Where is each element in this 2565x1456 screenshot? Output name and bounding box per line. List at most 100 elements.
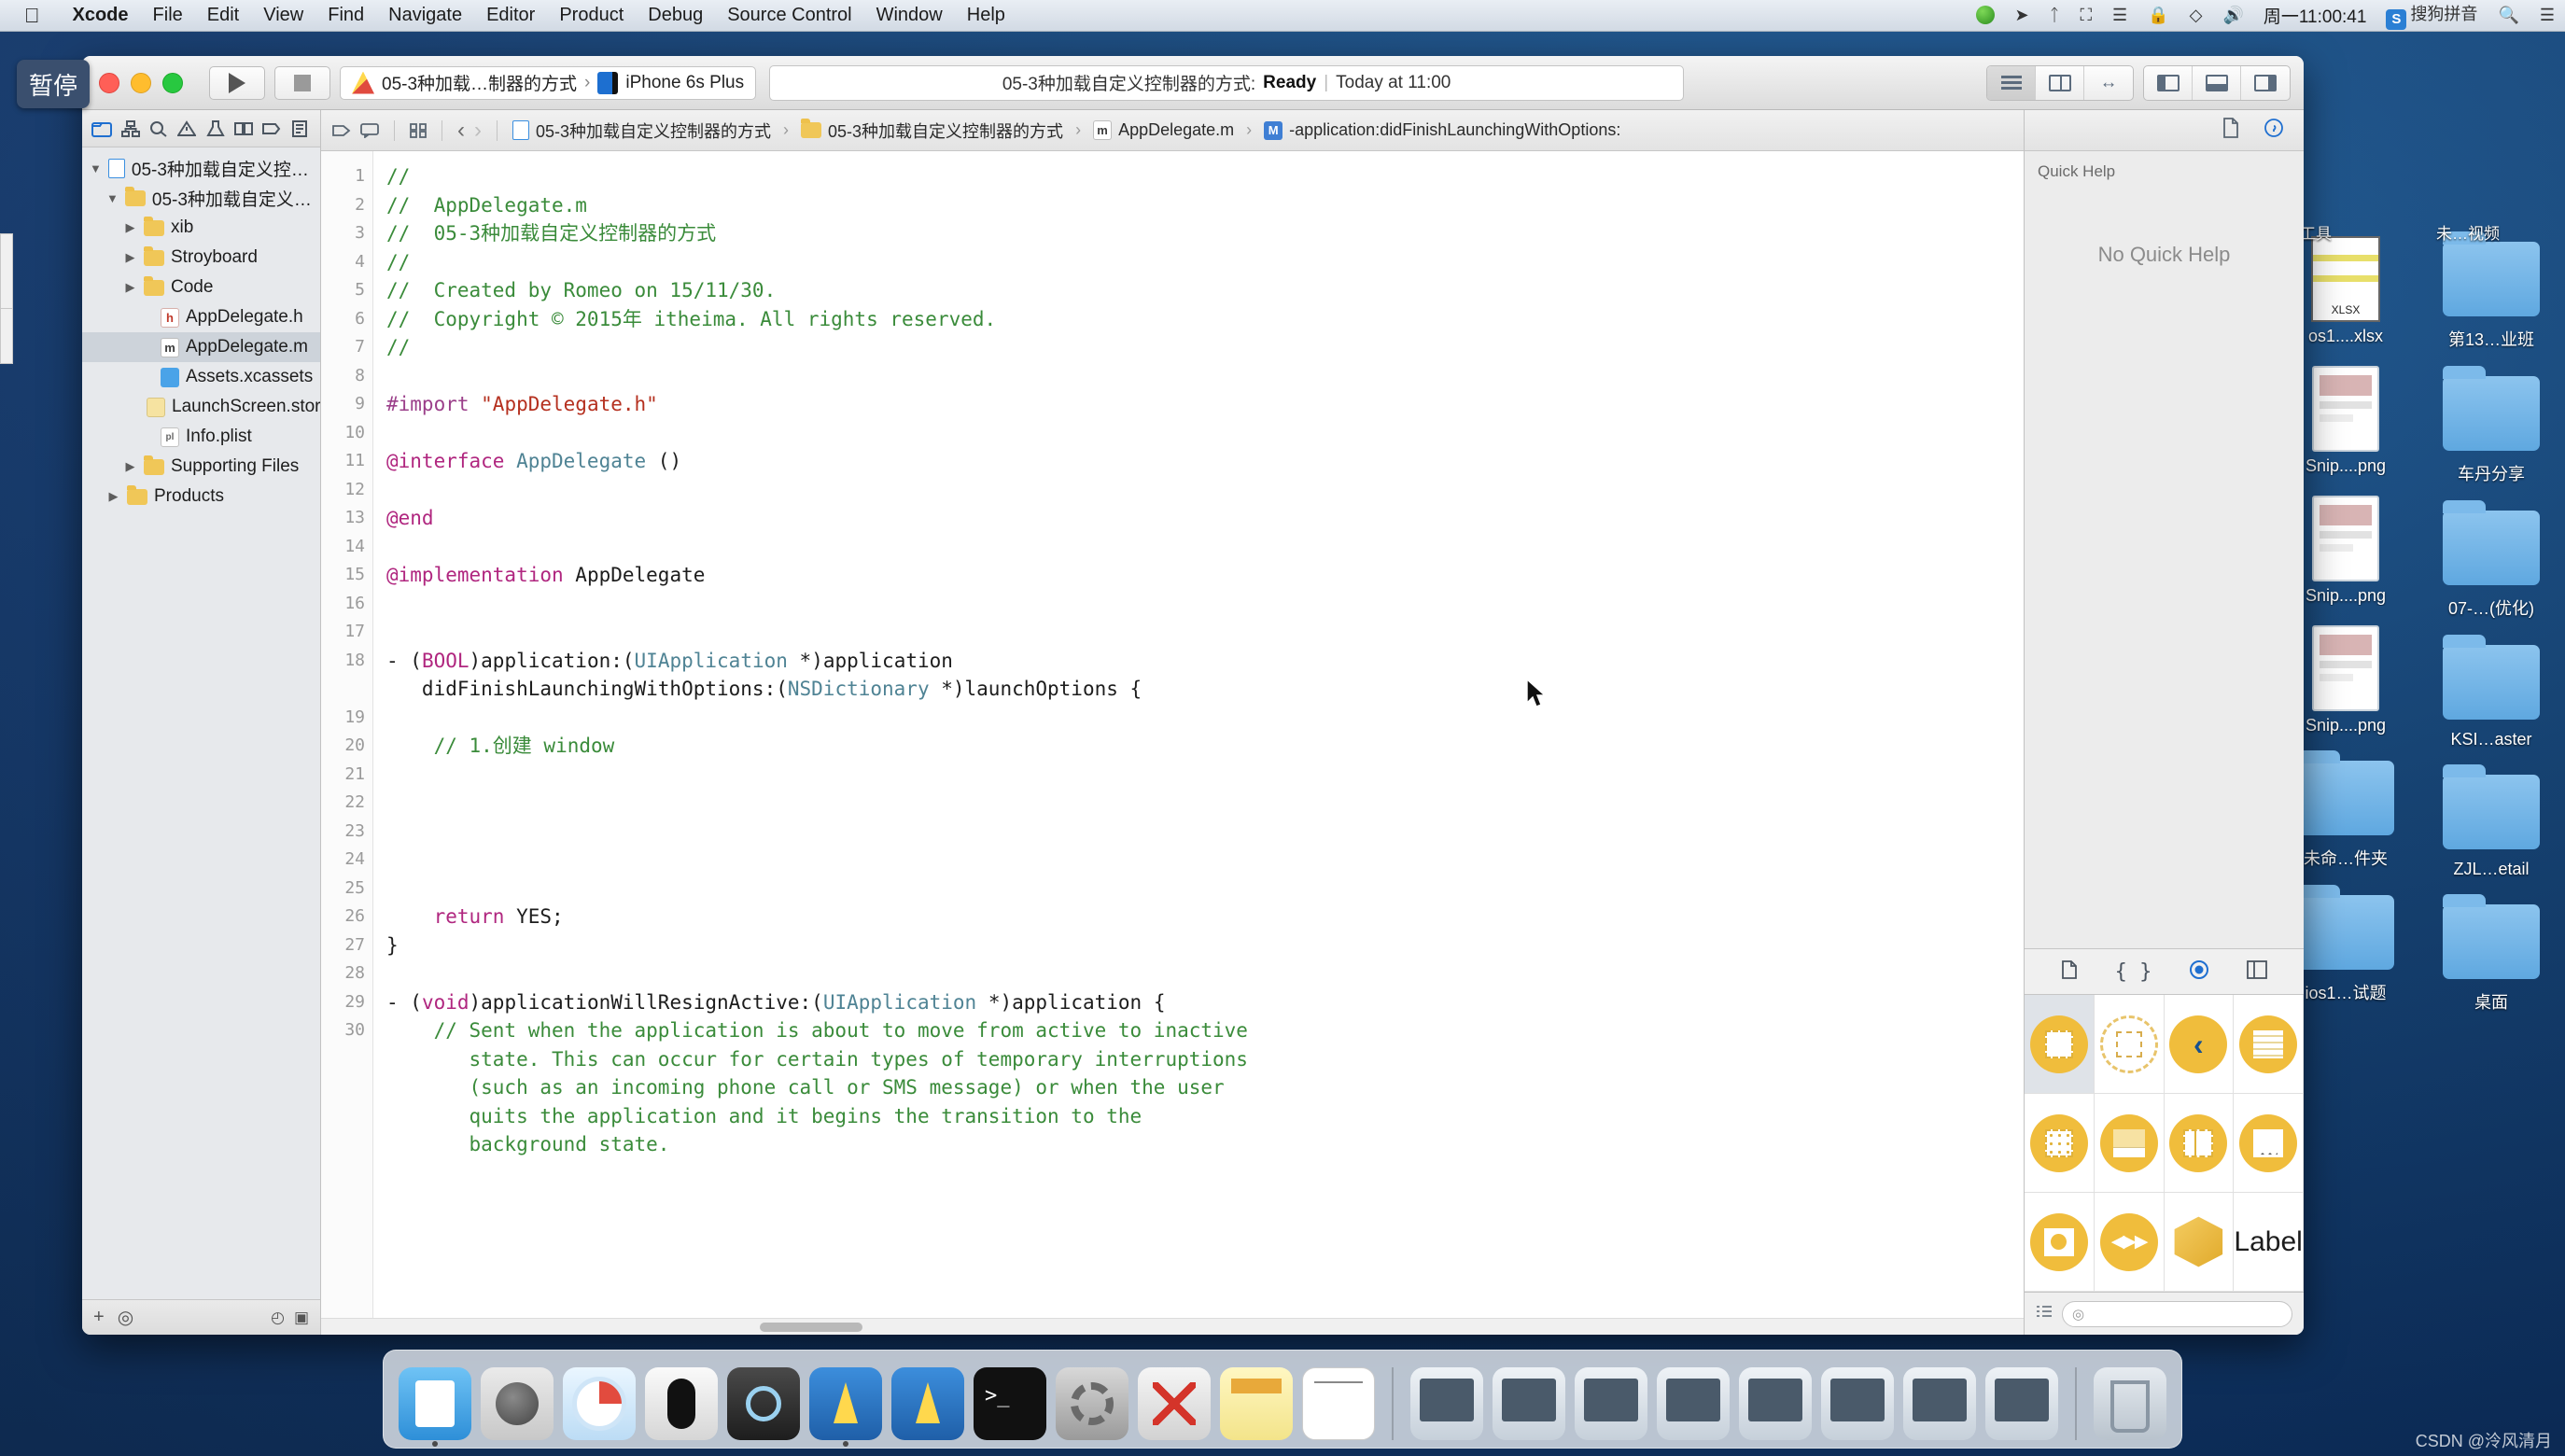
menu-item-find[interactable]: Find (315, 5, 376, 26)
desktop-item[interactable]: KSI…aster (2421, 635, 2561, 749)
library-item-glkit-view-controller[interactable] (2025, 1193, 2095, 1292)
disclosure-triangle[interactable]: ▼ (90, 161, 102, 175)
menu-item-navigate[interactable]: Navigate (376, 5, 474, 26)
code-line[interactable] (386, 476, 2024, 505)
input-method-indicator[interactable]: S 搜狗拼音 (2376, 1, 2488, 30)
library-item-storyboard-reference[interactable] (2094, 995, 2165, 1094)
tree-row-appdelegate-h[interactable]: h AppDelegate.h (82, 302, 320, 332)
display-icon[interactable]: ⛶ (2069, 6, 2102, 25)
related-items-icon[interactable] (332, 123, 351, 138)
menu-item-view[interactable]: View (251, 5, 315, 26)
notification-center-icon[interactable]: ☰ (2530, 6, 2565, 25)
pause-overlay-chip[interactable]: 暂停 (17, 60, 90, 108)
run-button[interactable] (209, 65, 265, 100)
tree-row-appdelegate-m[interactable]: m AppDelegate.m (82, 332, 320, 362)
code-line[interactable] (386, 761, 2024, 790)
library-item-split-view-controller[interactable] (2164, 1094, 2235, 1193)
screen-record-icon[interactable] (1966, 5, 2005, 26)
code-line[interactable]: // Sent when the application is about to… (386, 1016, 2024, 1045)
code-line[interactable]: // (386, 333, 2024, 362)
disclosure-triangle[interactable]: ▼ (106, 191, 119, 205)
code-line[interactable] (386, 846, 2024, 875)
library-item-label[interactable]: Label (2234, 1193, 2304, 1292)
tree-row-launchscreen[interactable]: LaunchScreen.storyboard (82, 392, 320, 422)
breadcrumb-group[interactable]: 05-3种加载自定义控制器的方式 (801, 119, 1063, 143)
menu-item-file[interactable]: File (141, 5, 195, 26)
dock-item-finder[interactable] (399, 1367, 471, 1447)
add-file-button[interactable]: + (93, 1307, 105, 1328)
dock-item-terminal[interactable] (974, 1367, 1046, 1440)
code-line[interactable]: background state. (386, 1130, 2024, 1159)
standard-editor-button[interactable] (1987, 65, 2036, 100)
library-item-page-view-controller[interactable] (2234, 1094, 2304, 1193)
dock-item-xcode[interactable] (809, 1367, 882, 1447)
scheme-grid-icon[interactable] (410, 122, 427, 138)
code-line[interactable] (386, 362, 2024, 391)
dock-item-screen-7[interactable] (1903, 1367, 1976, 1440)
tree-row-xib[interactable]: ▶ xib (82, 213, 320, 243)
code-line[interactable]: didFinishLaunchingWithOptions:(NSDiction… (386, 675, 2024, 704)
dock-item-safari[interactable] (563, 1367, 636, 1440)
dock-item-system-preferences[interactable] (1056, 1367, 1128, 1440)
comment-icon[interactable] (360, 122, 379, 138)
dock-item-screen-5[interactable] (1739, 1367, 1812, 1440)
menu-item-edit[interactable]: Edit (195, 5, 251, 26)
stop-button[interactable] (274, 65, 330, 100)
tree-row-storyboard-group[interactable]: ▶ Stroyboard (82, 243, 320, 273)
navigator-footer[interactable]: + ◎ ◴ ▣ (82, 1299, 320, 1335)
scheme-selector[interactable]: 05-3种加载…制器的方式 › iPhone 6s Plus (340, 65, 757, 100)
menu-bar-clock[interactable]: 周一11:00:41 (2254, 3, 2376, 28)
code-line[interactable] (386, 959, 2024, 988)
toggle-utilities-button[interactable] (2241, 66, 2290, 100)
code-line[interactable] (386, 419, 2024, 448)
minimize-button[interactable] (131, 72, 151, 93)
code-text-area[interactable]: 1 2 3 4 5 6 7 8 9 10 11 12 13 14 15 16 17 18 19 20 21 22 23 24 2… (321, 151, 2024, 1318)
editor-jump-bar[interactable]: ‹ › 05-3种加载自定义控制器的方式 › 05-3种加载自定义控制器的方式 … (321, 110, 2024, 151)
version-editor-button[interactable]: ↔ (2084, 66, 2133, 100)
bluetooth-icon[interactable]: ᛏ (2039, 6, 2070, 25)
dock-item-screen-3[interactable] (1575, 1367, 1647, 1440)
dock-item-screen-6[interactable] (1821, 1367, 1894, 1440)
code-line[interactable]: // (386, 162, 2024, 191)
issue-navigator-icon[interactable] (175, 118, 199, 140)
tree-row-assets[interactable]: Assets.xcassets (82, 362, 320, 392)
editor-mode-segmented-control[interactable]: ↔ (1986, 64, 2134, 101)
library-item-tab-bar-controller[interactable] (2094, 1094, 2165, 1193)
breadcrumb-project[interactable]: 05-3种加载自定义控制器的方式 (512, 119, 771, 143)
assistant-editor-button[interactable] (2036, 65, 2084, 100)
dock[interactable] (383, 1350, 2182, 1449)
volume-icon[interactable]: 🔊 (2212, 6, 2253, 25)
code-line[interactable] (386, 818, 2024, 847)
code-content[interactable]: // // AppDelegate.m // 05-3种加载自定义控制器的方式 // /… (373, 151, 2024, 1318)
tree-row-supporting-files[interactable]: ▶ Supporting Files (82, 452, 320, 482)
zoom-button[interactable] (162, 72, 183, 93)
code-line[interactable] (386, 704, 2024, 733)
search-icon[interactable]: 🔍 (2488, 6, 2529, 25)
code-line[interactable]: @interface AppDelegate () (386, 447, 2024, 476)
code-line[interactable]: - (BOOL)application:(UIApplication *)app… (386, 647, 2024, 676)
recent-files-icon[interactable]: ◴ (271, 1309, 285, 1327)
disclosure-triangle[interactable]: ▶ (123, 459, 137, 474)
apple-menu-icon[interactable]:  (0, 4, 61, 28)
code-snippet-library-icon[interactable]: { } (2115, 960, 2152, 984)
object-library-icon[interactable] (2189, 959, 2209, 985)
disclosure-triangle[interactable]: ▶ (123, 250, 137, 265)
back-button[interactable]: ‹ (457, 118, 465, 144)
location-icon[interactable]: ➤ (2005, 6, 2039, 25)
dock-item-quicktime[interactable] (727, 1367, 800, 1440)
code-line[interactable]: @implementation AppDelegate (386, 561, 2024, 590)
code-line[interactable]: state. This can occur for certain types … (386, 1045, 2024, 1074)
code-line[interactable] (386, 533, 2024, 562)
code-line[interactable]: // (386, 248, 2024, 277)
desktop-item[interactable]: ZJL…etail (2421, 764, 2561, 879)
disclosure-triangle[interactable]: ▶ (123, 280, 137, 295)
breadcrumb-file[interactable]: m AppDelegate.m (1093, 120, 1234, 140)
tree-row-project[interactable]: ▼ 05-3种加载自定义控制器的方式 (82, 153, 320, 183)
code-line[interactable]: return YES; (386, 903, 2024, 931)
disclosure-triangle[interactable]: ▶ (123, 220, 137, 235)
desktop-item[interactable]: 第13…业班 (2421, 231, 2561, 351)
code-line[interactable]: #import "AppDelegate.h" (386, 390, 2024, 419)
desktop-item[interactable]: 车丹分享 (2421, 366, 2561, 485)
media-library-icon[interactable] (2247, 959, 2268, 984)
breadcrumb-method[interactable]: M -application:didFinishLaunchingWithOpt… (1264, 120, 1620, 140)
